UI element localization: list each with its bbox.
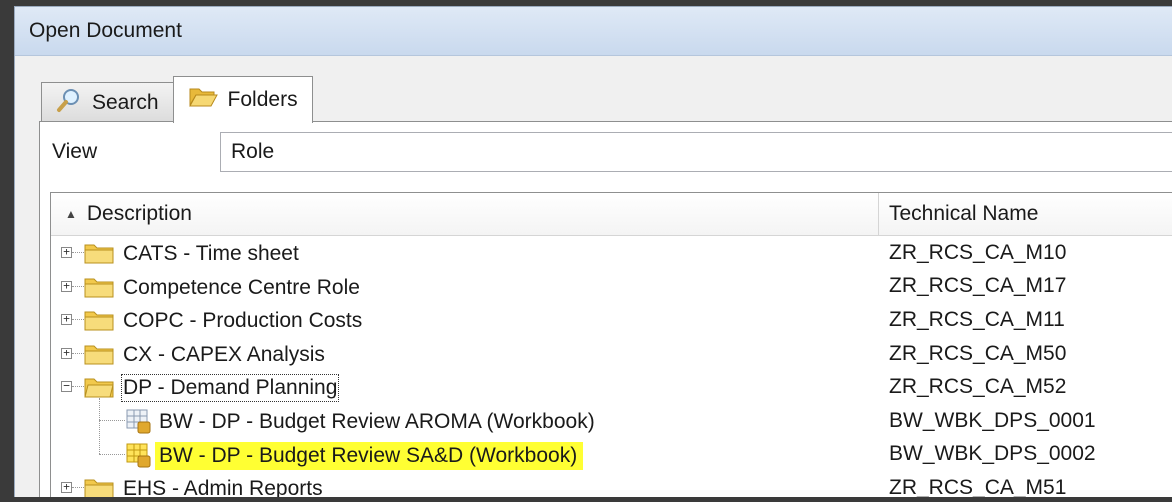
row-description: CX - CAPEX Analysis [123, 342, 325, 366]
dialog-client-area: Search Folders View Role ▲ Description T… [15, 56, 1172, 497]
column-header-description[interactable]: ▲ Description [51, 193, 879, 235]
collapse-icon[interactable]: − [61, 380, 72, 393]
row-technical-name: ZR_RCS_CA_M10 [889, 240, 1067, 264]
tree-connector [72, 487, 84, 489]
row-description: BW - DP - Budget Review SA&D (Workbook) [155, 441, 584, 470]
folder-icon [84, 278, 114, 298]
view-row: View Role [40, 122, 1172, 182]
expand-icon[interactable]: + [61, 313, 72, 326]
expand-icon[interactable]: + [61, 347, 72, 359]
workbook-icon [126, 443, 151, 468]
tree-connector [72, 352, 84, 354]
column-header-technical-name[interactable]: Technical Name [879, 193, 1172, 235]
tree-connector [99, 397, 100, 420]
tree-row[interactable]: + EHS - Admin Reports ZR_RCS_CA_M51 [51, 471, 1172, 497]
open-folder-icon [188, 85, 218, 115]
tree-connector [72, 285, 84, 287]
tree-rows: + CATS - Time sheet ZR_RCS_CA_M10 + Comp… [51, 236, 1172, 497]
expand-icon[interactable]: + [61, 280, 72, 292]
column-header-technical-name-label: Technical Name [889, 202, 1039, 225]
tree-row[interactable]: + COPC - Production Costs ZR_RCS_CA_M11 [51, 303, 1172, 337]
magnifier-icon [56, 87, 82, 119]
view-label: View [52, 140, 98, 163]
workbook-icon [126, 409, 151, 434]
tree-row[interactable]: + Competence Centre Role ZR_RCS_CA_M17 [51, 270, 1172, 304]
row-description: COPC - Production Costs [123, 309, 363, 333]
row-description: Competence Centre Role [123, 275, 360, 299]
expand-icon[interactable]: + [61, 246, 72, 258]
tree-row[interactable]: + CX - CAPEX Analysis ZR_RCS_CA_M50 [51, 337, 1172, 371]
open-document-dialog: Open Document Search Folders View Role ▲… [14, 6, 1172, 497]
row-technical-name: BW_WBK_DPS_0001 [889, 408, 1096, 432]
tab-strip: Search Folders [41, 76, 313, 123]
tab-folders[interactable]: Folders [172, 76, 313, 123]
row-technical-name: ZR_RCS_CA_M11 [889, 307, 1065, 331]
row-description: BW - DP - Budget Review AROMA (Workbook) [159, 409, 595, 433]
tree-connector [99, 453, 125, 455]
column-header-description-label: Description [86, 202, 192, 225]
view-select[interactable]: Role [220, 132, 1172, 172]
folder-icon [84, 345, 114, 365]
folders-panel: View Role ▲ Description Technical Name +… [39, 121, 1172, 497]
row-technical-name: ZR_RCS_CA_M52 [889, 375, 1067, 399]
folder-icon [84, 479, 114, 497]
document-tree-grid: ▲ Description Technical Name + CATS - Ti… [50, 192, 1172, 497]
tree-connector [72, 252, 84, 253]
dialog-titlebar[interactable]: Open Document [15, 7, 1172, 56]
row-description: DP - Demand Planning [120, 374, 340, 403]
tree-connector [72, 319, 84, 321]
tree-connector [99, 419, 125, 421]
tab-search[interactable]: Search [41, 82, 174, 122]
row-technical-name: BW_WBK_DPS_0002 [889, 442, 1096, 466]
row-description: EHS - Admin Reports [123, 477, 323, 497]
row-technical-name: ZR_RCS_CA_M51 [889, 475, 1067, 497]
row-description: CATS - Time sheet [123, 242, 299, 265]
tab-search-label: Search [92, 90, 159, 114]
row-technical-name: ZR_RCS_CA_M50 [889, 341, 1067, 365]
folder-icon [84, 311, 114, 331]
tree-row[interactable]: BW - DP - Budget Review SA&D (Workbook) … [51, 419, 1172, 472]
folder-icon [84, 244, 114, 264]
tree-row[interactable]: BW - DP - Budget Review AROMA (Workbook)… [51, 397, 1172, 438]
tree-connector [99, 419, 100, 454]
sort-ascending-icon: ▲ [65, 207, 77, 221]
tab-folders-label: Folders [227, 88, 298, 111]
open-folder-icon [84, 378, 114, 398]
dialog-title: Open Document [29, 19, 182, 42]
row-technical-name: ZR_RCS_CA_M17 [889, 274, 1067, 298]
expand-icon[interactable]: + [61, 481, 72, 494]
tree-row[interactable]: − DP - Demand Planning ZR_RCS_CA_M52 [51, 370, 1172, 404]
tree-row[interactable]: + CATS - Time sheet ZR_RCS_CA_M10 [51, 236, 1172, 270]
grid-header: ▲ Description Technical Name [51, 193, 1172, 236]
tree-connector [72, 386, 84, 388]
